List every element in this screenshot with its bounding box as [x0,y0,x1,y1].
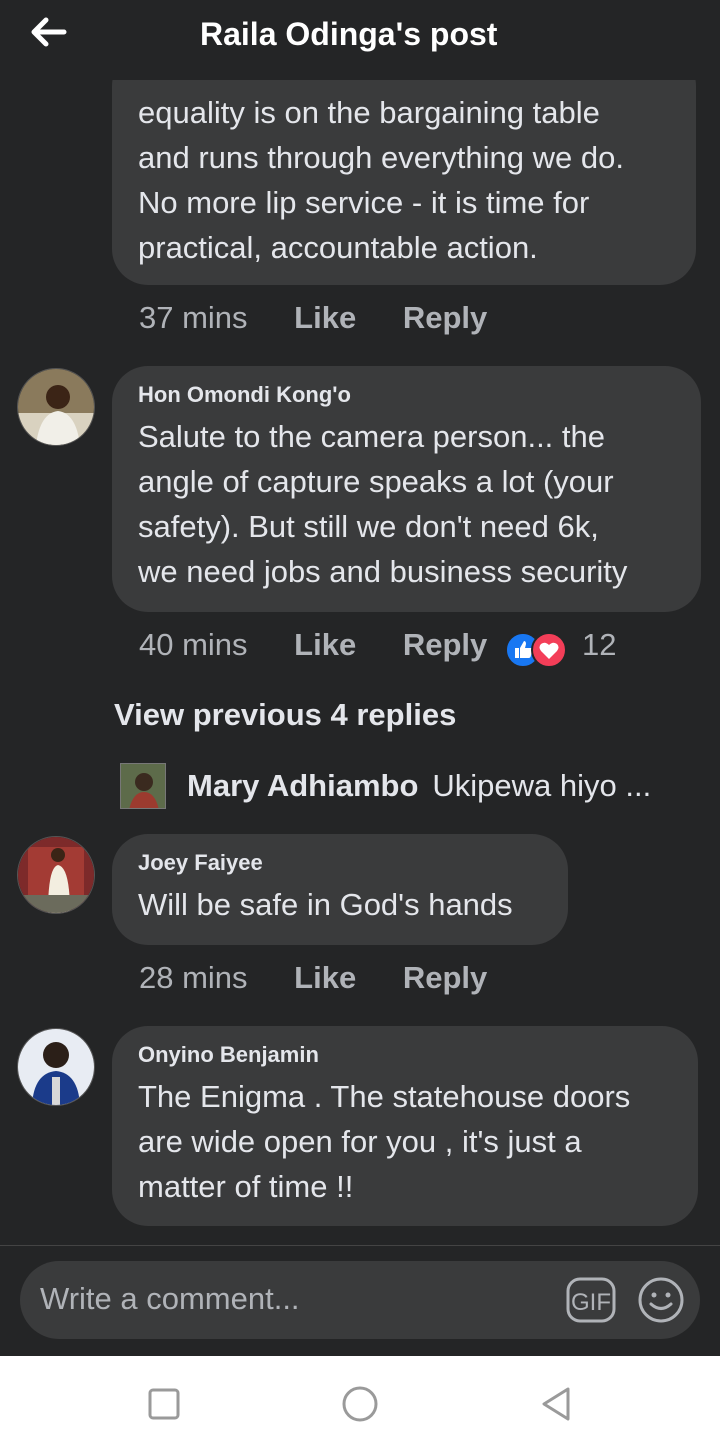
view-previous-replies[interactable]: View previous 4 replies [114,697,456,733]
back-nav-icon[interactable] [536,1384,576,1424]
gif-icon[interactable]: GIF [566,1277,616,1323]
comment-author[interactable]: Onyino Benjamin [138,1042,672,1068]
reply-author: Mary Adhiambo [187,768,419,803]
reply-preview[interactable]: Mary Adhiambo Ukipewa hiyo ... [187,768,651,804]
comment-text: Salute to the camera person... the angle… [138,419,628,589]
reply-button[interactable]: Reply [403,300,487,335]
reply-avatar[interactable] [120,763,166,809]
comment-bubble: Onyino Benjamin The Enigma . The stateho… [112,1026,698,1226]
comment-time: 37 mins [139,300,248,335]
reply-text: Ukipewa hiyo ... [432,768,652,803]
like-button[interactable]: Like [294,960,356,995]
reply-button[interactable]: Reply [403,627,487,662]
avatar[interactable] [17,836,95,914]
comment-author[interactable]: Hon Omondi Kong'o [138,382,675,408]
back-arrow-icon[interactable] [28,16,68,48]
avatar[interactable] [17,1028,95,1106]
comment-input[interactable]: Write a comment... GIF [20,1261,700,1339]
avatar[interactable] [17,368,95,446]
comment-placeholder: Write a comment... [40,1281,300,1316]
emoji-icon[interactable] [636,1275,686,1325]
comment-bubble: Hon Omondi Kong'o Salute to the camera p… [112,366,701,612]
like-button[interactable]: Like [294,300,356,335]
comment-meta: 37 mins Like Reply [139,300,525,340]
comment-time: 40 mins [139,627,248,662]
comment-composer-bar: Write a comment... GIF [0,1246,720,1356]
like-button[interactable]: Like [294,627,356,662]
home-icon[interactable] [340,1384,380,1424]
comment-bubble: equality is on the bargaining table and … [112,80,696,285]
gif-label: GIF [571,1289,611,1316]
love-icon [531,632,567,668]
recent-apps-icon[interactable] [144,1384,184,1424]
reaction-count: 12 [582,627,617,662]
comment-bubble: Joey Faiyee Will be safe in God's hands [112,834,568,945]
comment-time: 28 mins [139,960,248,995]
reaction-summary[interactable]: 12 [505,627,625,668]
comment-text: The Enigma . The statehouse doors are wi… [138,1079,631,1204]
comments-list: equality is on the bargaining table and … [0,80,720,1245]
comment-meta: 28 mins Like Reply [139,960,525,1000]
comment-text: Will be safe in God's hands [138,887,513,922]
comment-author[interactable]: Joey Faiyee [138,850,542,876]
system-navigation-bar [0,1356,720,1452]
reply-button[interactable]: Reply [403,960,487,995]
top-bar: Raila Odinga's post [0,0,720,80]
page-title: Raila Odinga's post [200,16,498,52]
comment-text: equality is on the bargaining table and … [138,95,624,265]
